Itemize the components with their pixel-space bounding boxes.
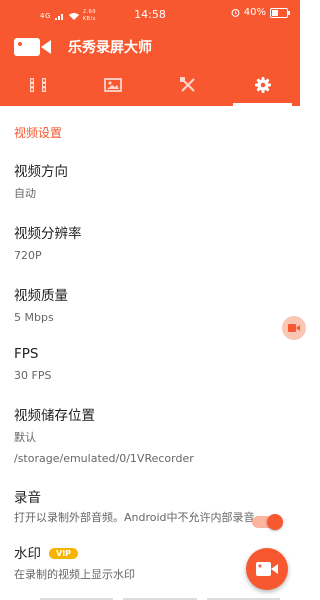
battery-fill [272, 9, 278, 16]
setting-label: 视频储存位置 [14, 408, 95, 424]
setting-orientation[interactable]: 视频方向 自动 [14, 160, 286, 201]
status-right: 40% [231, 7, 290, 18]
setting-label: FPS [14, 346, 39, 362]
setting-description: 打开以录制外部音频。Android中不允许内部录音 [14, 511, 255, 524]
setting-label: 视频质量 [14, 288, 68, 304]
app-logo [14, 35, 54, 59]
setting-fps[interactable]: FPS 30 FPS [14, 346, 286, 383]
watermark-label: 水印 [14, 546, 41, 562]
setting-label: 水印 VIP [14, 542, 286, 562]
setting-value: 720P [14, 249, 42, 262]
battery-icon [270, 7, 290, 18]
tab-bar [0, 64, 300, 106]
image-icon [103, 78, 122, 92]
status-bar: 4G 2.60 KB/s 14:58 40% [0, 0, 300, 30]
app-bar: 乐秀录屏大师 [0, 30, 300, 64]
tab-videos[interactable] [0, 64, 75, 106]
vip-badge: VIP [49, 548, 79, 559]
storage-path: /storage/emulated/0/1VRecorder [14, 452, 194, 465]
video-camera-icon [256, 562, 278, 576]
section-title: 视频设置 [14, 126, 63, 140]
setting-value: 自动 [14, 187, 36, 200]
setting-storage[interactable]: 视频储存位置 默认 /storage/emulated/0/1VRecorder [14, 404, 286, 466]
toggle-knob [267, 514, 283, 530]
gear-icon [254, 77, 271, 93]
tab-tools[interactable] [150, 64, 225, 106]
app-title: 乐秀录屏大师 [68, 40, 152, 56]
floating-recorder-handle[interactable] [282, 316, 306, 340]
setting-quality[interactable]: 视频质量 5 Mbps [14, 284, 286, 325]
battery-percent: 40% [243, 7, 266, 18]
tab-images[interactable] [75, 64, 150, 106]
setting-audio[interactable]: 录音 打开以录制外部音频。Android中不允许内部录音 [14, 486, 286, 530]
setting-value: 5 Mbps [14, 311, 54, 324]
film-icon [29, 78, 46, 92]
video-camera-icon [288, 324, 300, 332]
tools-icon [179, 77, 195, 92]
setting-resolution[interactable]: 视频分辨率 720P [14, 222, 286, 263]
setting-label: 视频方向 [14, 164, 68, 180]
tab-settings[interactable] [225, 64, 300, 106]
setting-watermark[interactable]: 水印 VIP 在录制的视频上显示水印 [14, 542, 286, 582]
setting-value: 默认 [14, 431, 36, 444]
alarm-icon [231, 8, 240, 17]
audio-toggle[interactable] [252, 514, 283, 530]
settings-content: 视频设置 视频方向 自动 视频分辨率 720P 视频质量 5 Mbps FPS … [0, 106, 300, 582]
setting-label: 视频分辨率 [14, 226, 82, 242]
record-fab-button[interactable] [246, 548, 288, 590]
setting-value: 30 FPS [14, 369, 52, 382]
video-camera-icon [14, 38, 51, 56]
setting-label: 录音 [14, 490, 41, 506]
